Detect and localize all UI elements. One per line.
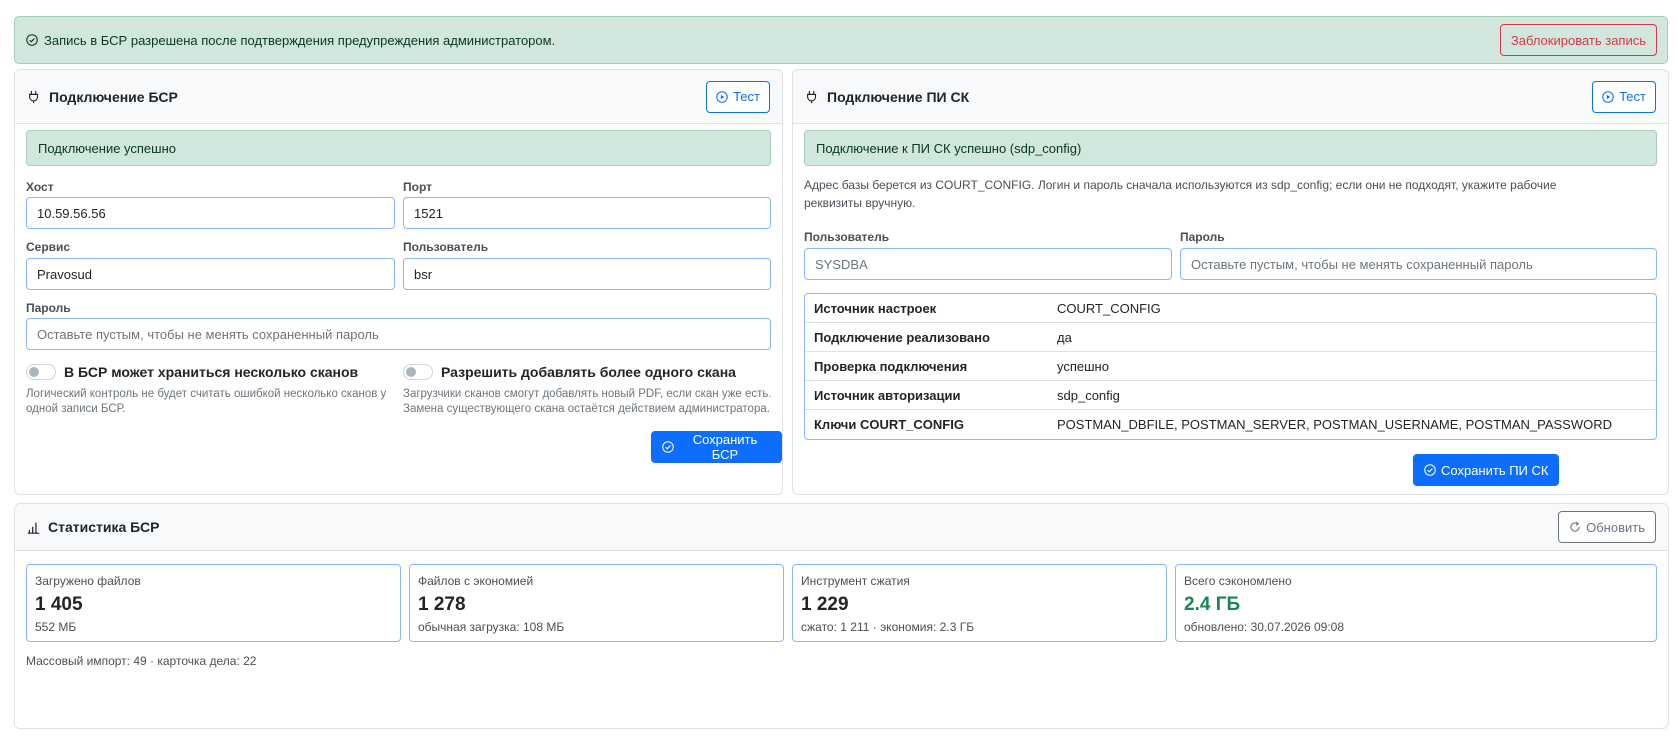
service-input[interactable] [26, 258, 395, 290]
alert-message: Запись в БСР разрешена после подтвержден… [44, 32, 556, 48]
table-row: Источник авторизации sdp_config [805, 381, 1656, 410]
row-value: успешно [1057, 358, 1109, 374]
bsr-card-title: Подключение БСР [49, 88, 178, 105]
save-bsr-label: Сохранить БСР [692, 432, 758, 462]
plug-icon [27, 90, 41, 104]
bsr-connection-card: Подключение БСР Тест Подключение успешно… [14, 69, 783, 495]
bsr-test-label: Тест [733, 89, 760, 104]
multi-scan-help-line1: Логический контроль не будет считать оши… [26, 388, 387, 400]
stats-title: Статистика БСР [48, 519, 160, 535]
host-input[interactable] [26, 197, 395, 229]
plug-icon [805, 90, 819, 104]
pisk-card-title: Подключение ПИ СК [827, 88, 970, 105]
stat-sub: обновлено: 30.07.2026 09:08 [1184, 620, 1345, 634]
multi-scan-toggle[interactable] [26, 364, 56, 380]
check-circle-icon [662, 441, 674, 453]
row-key: Проверка подключения [814, 358, 968, 374]
stat-value: 1 278 [418, 594, 466, 615]
refresh-label: Обновить [1586, 519, 1645, 535]
stat-label: Файлов с экономией [418, 574, 534, 588]
table-row: Подключение реализовано да [805, 323, 1656, 352]
bsr-status-alert: Подключение успешно [26, 130, 771, 166]
bsr-card-header: Подключение БСР Тест [15, 70, 782, 124]
bsr-stats-card: Статистика БСР Обновить Загружено файлов… [14, 503, 1669, 729]
stat-label: Инструмент сжатия [801, 574, 910, 588]
pisk-connection-card: Подключение ПИ СК Тест Подключение к ПИ … [792, 69, 1669, 495]
stats-footer: Массовый импорт: 49 · карточка дела: 22 [26, 654, 257, 668]
allow-add-scan-toggle[interactable] [403, 364, 433, 380]
pisk-test-label: Тест [1619, 89, 1646, 104]
stat-files-with-savings: Файлов с экономией 1 278 обычная загрузк… [409, 564, 784, 642]
stat-sub: 552 МБ [35, 620, 77, 634]
multi-scan-help: Логический контроль не будет считать оши… [26, 387, 396, 417]
password-label: Пароль [26, 301, 71, 315]
play-circle-icon [716, 90, 728, 103]
pisk-test-button[interactable]: Тест [1592, 80, 1656, 113]
pisk-info-table: Источник настроек COURT_CONFIG Подключен… [804, 293, 1657, 440]
save-pisk-label: Сохранить ПИ СК [1441, 462, 1549, 478]
table-row: Проверка подключения успешно [805, 352, 1656, 381]
stats-title-wrap: Статистика БСР [27, 519, 1558, 535]
allow-add-scan-help-line2: Замена существующего скана остаётся дейс… [403, 403, 770, 415]
user-label: Пользователь [403, 240, 489, 254]
row-value: да [1057, 329, 1072, 345]
bsr-test-button[interactable]: Тест [706, 80, 770, 113]
save-bsr-button[interactable]: Сохранить БСР [651, 431, 782, 463]
allow-add-scan-label: Разрешить добавлять более одного скана [441, 364, 736, 380]
stat-uploaded-files: Загружено файлов 1 405 552 МБ [26, 564, 401, 642]
stats-card-header: Статистика БСР Обновить [15, 504, 1668, 551]
pisk-user-label: Пользователь [804, 230, 890, 244]
pisk-title-wrap: Подключение ПИ СК [805, 89, 1592, 105]
refresh-button[interactable]: Обновить [1558, 511, 1656, 543]
pisk-user-input[interactable] [804, 248, 1172, 280]
play-circle-icon [1602, 90, 1614, 103]
pisk-note: Адрес базы берется из COURT_CONFIG. Логи… [804, 176, 1657, 212]
stat-total-saved: Всего сэкономлено 2.4 ГБ обновлено: 30.0… [1175, 564, 1657, 642]
row-value: POSTMAN_DBFILE, POSTMAN_SERVER, POSTMAN_… [1057, 417, 1613, 432]
stat-compression-tool: Инструмент сжатия 1 229 сжато: 1 211 · э… [792, 564, 1167, 642]
check-circle-icon [1424, 464, 1436, 476]
stat-label: Всего сэкономлено [1184, 574, 1292, 588]
row-key: Источник настроек [814, 300, 937, 316]
save-pisk-button[interactable]: Сохранить ПИ СК [1413, 454, 1560, 486]
pisk-status-alert: Подключение к ПИ СК успешно (sdp_config) [804, 130, 1657, 166]
alert-message-wrap: Запись в БСР разрешена после подтвержден… [26, 33, 1500, 48]
password-input[interactable] [26, 318, 771, 350]
user-input[interactable] [403, 258, 771, 290]
multi-scan-switch[interactable]: В БСР может храниться несколько сканов [26, 364, 358, 380]
write-allowed-alert: Запись в БСР разрешена после подтвержден… [14, 16, 1668, 64]
check-circle-icon [26, 34, 38, 46]
stat-sub: сжато: 1 211 · экономия: 2.3 ГБ [801, 620, 975, 634]
service-label: Сервис [26, 240, 71, 254]
allow-add-scan-help-line1: Загрузчики сканов смогут добавлять новый… [403, 388, 772, 400]
stat-value: 2.4 ГБ [1184, 594, 1241, 615]
row-key: Ключи COURT_CONFIG [814, 417, 964, 432]
row-key: Подключение реализовано [814, 329, 990, 345]
table-row: Источник настроек COURT_CONFIG [805, 294, 1656, 323]
port-input[interactable] [403, 197, 771, 229]
multi-scan-label: В БСР может храниться несколько сканов [64, 364, 359, 380]
stat-value: 1 229 [801, 594, 849, 615]
table-row: Ключи COURT_CONFIG POSTMAN_DBFILE, POSTM… [805, 410, 1656, 439]
pisk-note-line2: реквизиты вручную. [804, 196, 916, 210]
pisk-note-line1: Адрес базы берется из COURT_CONFIG. Логи… [804, 178, 1557, 192]
row-value: COURT_CONFIG [1057, 300, 1161, 316]
pisk-password-input[interactable] [1180, 248, 1657, 280]
stat-sub: обычная загрузка: 108 МБ [418, 620, 565, 634]
pisk-password-label: Пароль [1180, 230, 1225, 244]
stat-label: Загружено файлов [35, 574, 141, 588]
row-key: Источник авторизации [814, 387, 961, 403]
host-label: Хост [26, 180, 54, 194]
row-value: sdp_config [1057, 387, 1120, 403]
allow-add-scan-help: Загрузчики сканов смогут добавлять новый… [403, 387, 773, 417]
stat-value: 1 405 [35, 594, 83, 615]
multi-scan-help-line2: одной записи БСР. [26, 403, 126, 415]
allow-add-scan-switch[interactable]: Разрешить добавлять более одного скана [403, 364, 736, 380]
port-label: Порт [403, 180, 433, 194]
pisk-card-header: Подключение ПИ СК Тест [793, 70, 1668, 124]
bsr-title-wrap: Подключение БСР [27, 89, 706, 105]
refresh-icon [1569, 521, 1581, 533]
block-write-button[interactable]: Заблокировать запись [1499, 24, 1657, 56]
bar-chart-icon [27, 521, 40, 534]
